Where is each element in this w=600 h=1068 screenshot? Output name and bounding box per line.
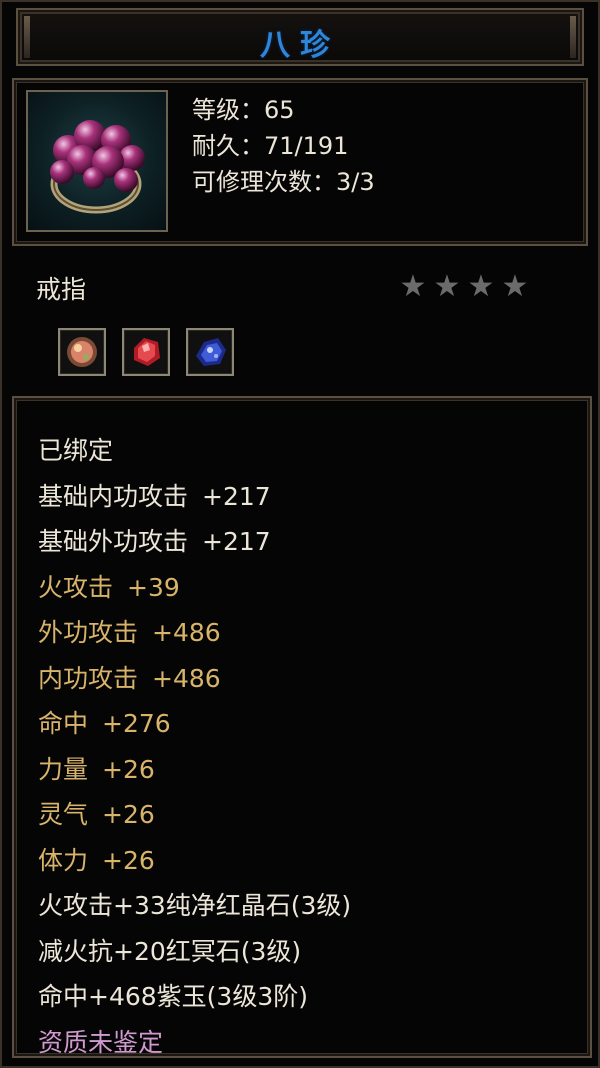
property-line: 外功攻击 +486 xyxy=(38,610,351,656)
star-icon: ★ xyxy=(399,269,427,304)
property-line: 基础外功攻击 +217 xyxy=(38,519,351,565)
item-name: 八珍 xyxy=(260,28,340,63)
ring-icon xyxy=(26,90,168,232)
property-label: 内功攻击 xyxy=(38,663,139,693)
level-text: 等级：65 xyxy=(192,96,295,124)
red-gem-icon xyxy=(122,328,170,376)
property-label: 资质未鉴定 xyxy=(38,1027,164,1057)
property-value: +39 xyxy=(127,572,180,602)
property-value: +486 xyxy=(152,663,221,693)
property-label: 基础内功攻击 xyxy=(38,481,189,511)
properties-list: 已绑定 基础内功攻击 +217 基础外功攻击 +217 火攻击 +39 外功攻击 +486 内功攻… xyxy=(38,428,351,1065)
property-line: 火攻击 +39 xyxy=(38,565,351,611)
property-line: 体力 +26 xyxy=(38,838,351,884)
property-line: 灵气 +26 xyxy=(38,792,351,838)
star-rating: ★ ★ ★ ★ xyxy=(396,270,532,304)
item-header: 等级：65 耐久：71/191 可修理次数：3/3 xyxy=(12,78,588,246)
property-label: 外功攻击 xyxy=(38,618,139,647)
item-type: 戒指 xyxy=(36,275,87,304)
title-bar-right-cap xyxy=(570,16,576,58)
property-label: 减火抗+20红冥石(3级) xyxy=(38,936,302,966)
property-line: 力量 +26 xyxy=(38,747,351,793)
property-label: 命中 xyxy=(38,709,89,738)
property-label: 灵气 xyxy=(38,800,89,829)
blue-gem-icon xyxy=(186,328,234,376)
title-bar: 八珍 xyxy=(16,8,584,66)
property-line: 资质未鉴定 xyxy=(38,1020,351,1066)
property-line: 内功攻击 +486 xyxy=(38,656,351,702)
properties-box: 已绑定 基础内功攻击 +217 基础外功攻击 +217 火攻击 +39 外功攻击 +486 内功攻… xyxy=(12,396,592,1058)
property-line: 已绑定 xyxy=(38,428,351,474)
property-value: +26 xyxy=(102,754,155,784)
property-value: +26 xyxy=(102,800,155,829)
property-line: 命中+468紫玉(3级3阶) xyxy=(38,974,351,1020)
star-icon: ★ xyxy=(467,269,495,304)
property-label: 火攻击+33纯净红晶石(3级) xyxy=(38,891,352,920)
durability-text: 耐久：71/191 xyxy=(192,132,349,160)
property-value: +276 xyxy=(102,709,171,738)
property-line: 命中 +276 xyxy=(38,701,351,747)
star-icon: ★ xyxy=(433,269,461,304)
orange-gem-icon xyxy=(58,328,106,376)
property-value: +217 xyxy=(202,527,271,556)
property-value: +217 xyxy=(202,481,271,511)
item-stats: 等级：65 耐久：71/191 可修理次数：3/3 xyxy=(192,92,375,200)
property-label: 体力 xyxy=(38,845,89,875)
property-value: +26 xyxy=(102,845,155,875)
property-label: 力量 xyxy=(38,754,89,784)
property-label: 火攻击 xyxy=(38,572,114,602)
property-line: 火攻击+33纯净红晶石(3级) xyxy=(38,883,351,929)
property-value: +486 xyxy=(152,618,221,647)
title-bar-left-cap xyxy=(24,16,30,58)
ring-icon-graphic xyxy=(50,120,145,214)
star-icon: ★ xyxy=(501,269,529,304)
property-label: 已绑定 xyxy=(38,436,114,465)
property-label: 命中+468紫玉(3级3阶) xyxy=(38,982,308,1011)
property-label: 基础外功攻击 xyxy=(38,527,189,556)
property-line: 基础内功攻击 +217 xyxy=(38,474,351,520)
property-line: 减火抗+20红冥石(3级) xyxy=(38,929,351,975)
item-tooltip: 八珍 等级：65 耐久：71/191 可修理次数：3/3 戒指 ★ ★ ★ ★ … xyxy=(0,0,600,1068)
repair-count-text: 可修理次数：3/3 xyxy=(192,168,375,196)
